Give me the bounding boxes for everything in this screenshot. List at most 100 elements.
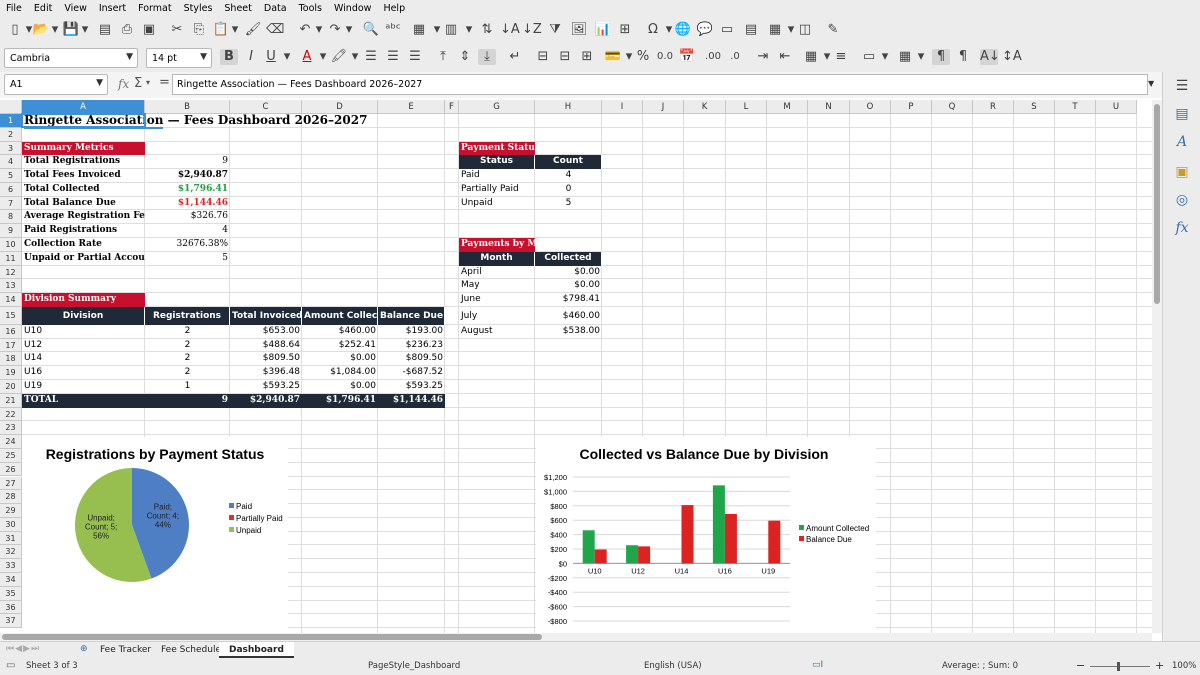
split-window-icon[interactable]: ◫: [796, 22, 814, 38]
chevron-down-icon[interactable]: ▼: [126, 52, 133, 63]
chevron-down-icon[interactable]: ▾: [146, 78, 150, 87]
spelling-icon[interactable]: ᵃᵇᶜ: [384, 22, 402, 38]
menu-item-file[interactable]: File: [0, 3, 28, 14]
bold-icon[interactable]: B: [220, 49, 238, 65]
add-decimal-icon[interactable]: .00: [704, 49, 722, 65]
row-header-26[interactable]: 26: [0, 462, 22, 477]
row-header-11[interactable]: 11: [0, 251, 22, 266]
rtl-icon[interactable]: ¶: [954, 49, 972, 65]
row-header-30[interactable]: 30: [0, 517, 22, 532]
column-header-I[interactable]: I: [602, 100, 643, 114]
vertical-text-icon[interactable]: ↕A: [1002, 49, 1022, 65]
menu-item-edit[interactable]: Edit: [28, 3, 58, 14]
row-header-19[interactable]: 19: [0, 366, 22, 381]
column-header-P[interactable]: P: [891, 100, 932, 114]
align-top-icon[interactable]: ⤒: [434, 49, 452, 65]
menu-item-insert[interactable]: Insert: [93, 3, 132, 14]
ltr-text-icon[interactable]: A↓: [980, 49, 1000, 65]
row-header-4[interactable]: 4: [0, 155, 22, 170]
row-header-10[interactable]: 10: [0, 238, 22, 252]
functions-icon[interactable]: fx: [1173, 220, 1191, 236]
column-header-U[interactable]: U: [1096, 100, 1137, 114]
row-header-5[interactable]: 5: [0, 169, 22, 183]
properties-icon[interactable]: ▤: [1173, 106, 1191, 122]
row-header-21[interactable]: 21: [0, 393, 22, 408]
horizontal-scrollbar[interactable]: [0, 633, 1152, 641]
row-header-36[interactable]: 36: [0, 600, 22, 615]
menu-item-view[interactable]: View: [58, 3, 93, 14]
clear-formatting-icon[interactable]: ⌫: [266, 22, 284, 38]
print-icon[interactable]: ⎙: [118, 22, 136, 38]
italic-icon[interactable]: I: [242, 49, 260, 65]
row-header-12[interactable]: 12: [0, 265, 22, 280]
number-format-icon[interactable]: 0.0: [656, 49, 674, 65]
row-header-17[interactable]: 17: [0, 338, 22, 353]
decrease-indent-icon[interactable]: ⇤: [776, 49, 794, 65]
expand-formula-icon[interactable]: ▼: [1148, 79, 1154, 88]
zoom-slider[interactable]: [1090, 666, 1150, 667]
status-zoom[interactable]: 100%: [1172, 661, 1196, 671]
autofilter-icon[interactable]: ⧩: [546, 22, 564, 38]
row-header-29[interactable]: 29: [0, 504, 22, 518]
merge-center-icon[interactable]: ⊟: [534, 49, 552, 65]
row-header-2[interactable]: 2: [0, 127, 22, 142]
chevron-down-icon[interactable]: ▼: [96, 78, 103, 89]
save-dropdown-icon[interactable]: ▾: [76, 22, 94, 38]
column-header-J[interactable]: J: [643, 100, 684, 114]
column-header-N[interactable]: N: [808, 100, 850, 114]
menu-item-styles[interactable]: Styles: [178, 3, 219, 14]
row-header-28[interactable]: 28: [0, 490, 22, 505]
row-header-23[interactable]: 23: [0, 421, 22, 436]
row-header-34[interactable]: 34: [0, 572, 22, 587]
menu-item-tools[interactable]: Tools: [293, 3, 328, 14]
row-header-7[interactable]: 7: [0, 196, 22, 211]
pie-chart[interactable]: Registrations by Payment Status Paid; Coun…: [22, 437, 288, 633]
add-sheet-icon[interactable]: ⊕: [80, 644, 88, 654]
menu-item-window[interactable]: Window: [328, 3, 377, 14]
column-header-R[interactable]: R: [973, 100, 1014, 114]
border-style-icon[interactable]: ≡: [832, 49, 850, 65]
styles-icon[interactable]: A: [1173, 134, 1191, 150]
row-header-9[interactable]: 9: [0, 224, 22, 238]
row-header-31[interactable]: 31: [0, 531, 22, 546]
function-wizard-icon[interactable]: fx: [118, 77, 129, 91]
row-header-1[interactable]: 1: [0, 114, 22, 128]
selection-mode-icon[interactable]: ▭I: [812, 660, 823, 670]
name-box[interactable]: A1 ▼: [4, 74, 108, 95]
menu-item-data[interactable]: Data: [258, 3, 293, 14]
gallery-icon[interactable]: ▣: [1173, 164, 1191, 180]
row-header-14[interactable]: 14: [0, 293, 22, 307]
find-replace-icon[interactable]: 🔍: [362, 22, 380, 38]
navigator-icon[interactable]: ◎: [1173, 192, 1191, 208]
row-header-32[interactable]: 32: [0, 545, 22, 560]
align-right-icon[interactable]: ☰: [406, 49, 424, 65]
sort-icon[interactable]: ⇅: [478, 22, 496, 38]
bar-chart[interactable]: Collected vs Balance Due by Division $1,2…: [536, 437, 876, 633]
hyperlink-icon[interactable]: 🌐: [674, 22, 692, 38]
column-header-A[interactable]: A: [22, 100, 145, 114]
align-center-icon[interactable]: ☰: [384, 49, 402, 65]
column-header-E[interactable]: E: [378, 100, 445, 114]
status-language[interactable]: English (USA): [644, 661, 702, 671]
row-header-13[interactable]: 13: [0, 279, 22, 294]
row-header-37[interactable]: 37: [0, 614, 22, 629]
column-icon[interactable]: ▥: [442, 22, 460, 38]
row-header-3[interactable]: 3: [0, 141, 22, 156]
row-header-8[interactable]: 8: [0, 210, 22, 225]
conditional-dropdown-icon[interactable]: ▾: [912, 49, 930, 65]
copy-icon[interactable]: ⎘: [190, 22, 208, 38]
zoom-slider-thumb[interactable]: [1117, 662, 1120, 671]
row-header-6[interactable]: 6: [0, 182, 22, 197]
menu-item-help[interactable]: Help: [377, 3, 411, 14]
row-header-24[interactable]: 24: [0, 435, 22, 449]
zoom-in-icon[interactable]: +: [1155, 659, 1164, 672]
ltr-icon[interactable]: ¶: [932, 49, 950, 65]
paste-dropdown-icon[interactable]: ▾: [226, 22, 244, 38]
column-header-L[interactable]: L: [726, 100, 767, 114]
align-left-icon[interactable]: ☰: [362, 49, 380, 65]
vertical-scroll-thumb[interactable]: [1154, 104, 1160, 304]
row-header-25[interactable]: 25: [0, 448, 22, 463]
font-name-box[interactable]: Cambria ▼: [4, 48, 138, 68]
comment-icon[interactable]: 💬: [696, 22, 714, 38]
status-pagestyle[interactable]: PageStyle_Dashboard: [368, 661, 460, 671]
